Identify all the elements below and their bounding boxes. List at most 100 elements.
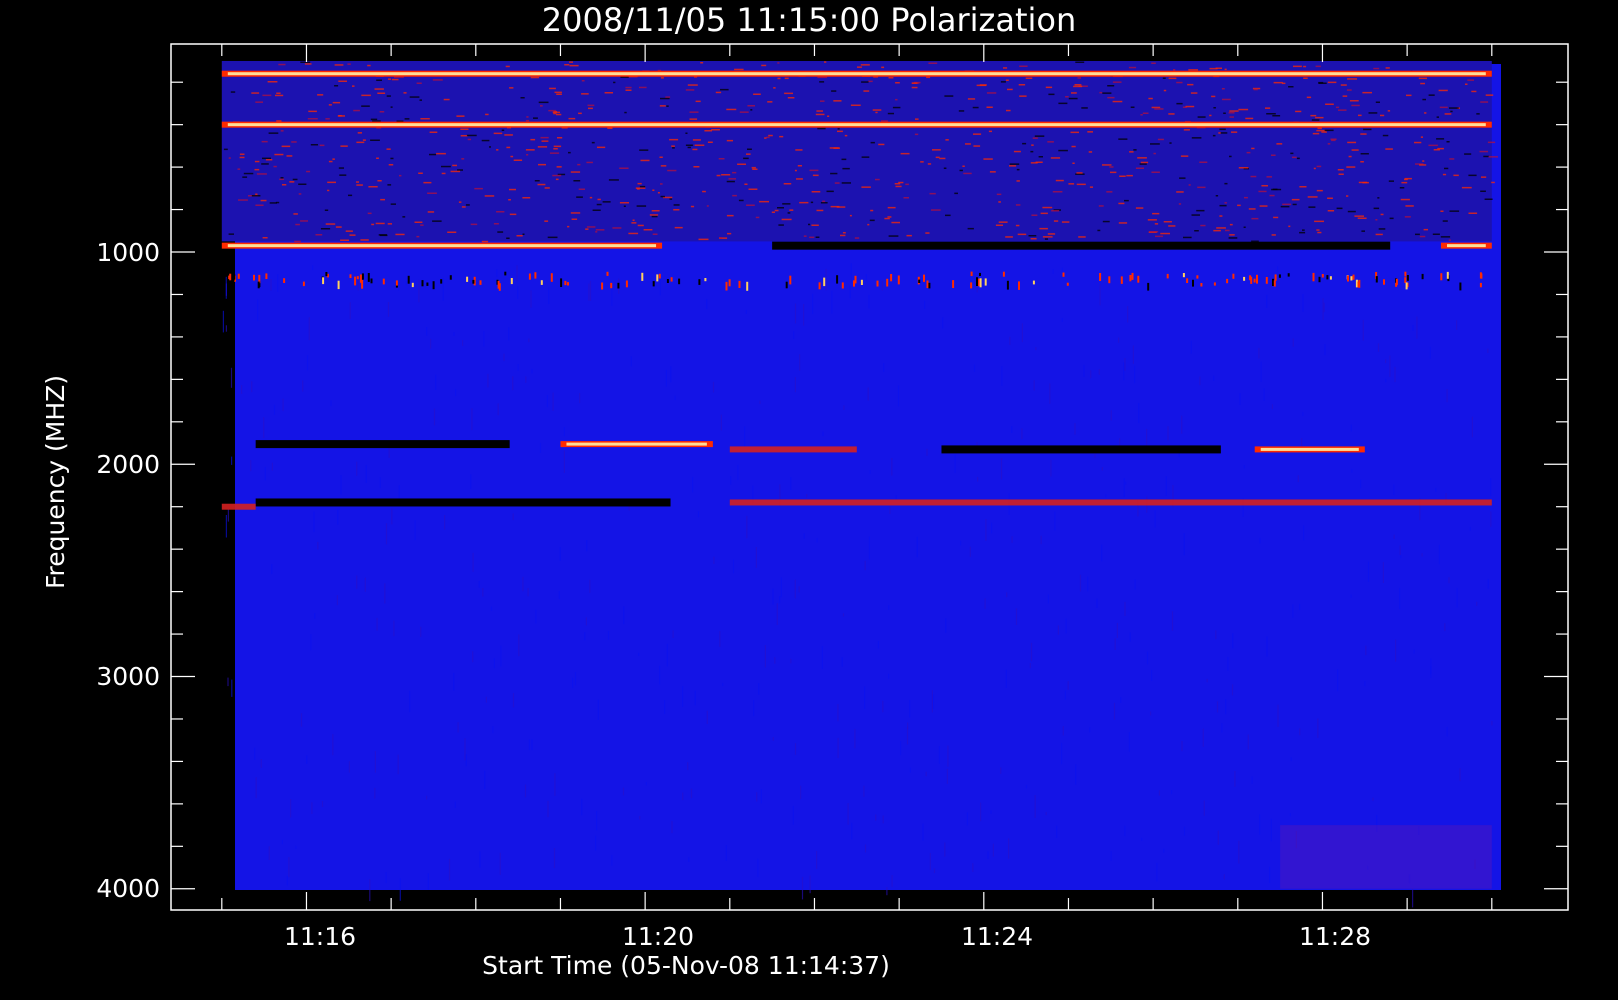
noise-speck xyxy=(360,239,369,241)
grain-speck xyxy=(841,657,843,667)
noise-speck xyxy=(1338,109,1347,111)
noise-speck xyxy=(544,187,550,189)
noise-speck xyxy=(377,92,386,94)
noise-speck xyxy=(1271,188,1282,191)
grain-speck xyxy=(1277,266,1279,275)
speckle xyxy=(1383,279,1385,285)
noise-speck xyxy=(525,119,530,122)
noise-speck xyxy=(764,137,767,139)
grain-speck xyxy=(512,513,514,521)
noise-speck xyxy=(726,180,735,183)
noise-speck xyxy=(755,216,760,219)
noise-speck xyxy=(660,77,664,79)
noise-speck xyxy=(1330,138,1337,140)
speckle xyxy=(370,278,373,284)
grain-speck xyxy=(1146,651,1149,665)
noise-speck xyxy=(929,192,936,195)
noise-speck xyxy=(367,64,371,67)
speckle xyxy=(426,282,429,286)
grain-speck xyxy=(225,325,227,332)
noise-speck xyxy=(1419,235,1426,238)
noise-speck xyxy=(1238,167,1249,169)
grain-speck xyxy=(881,280,883,291)
noise-speck xyxy=(1253,88,1258,91)
noise-speck xyxy=(820,100,825,102)
speckle xyxy=(1326,275,1329,280)
noise-speck xyxy=(967,227,974,230)
noise-speck xyxy=(1327,210,1335,212)
noise-speck xyxy=(625,89,632,91)
noise-speck xyxy=(1071,92,1077,94)
noise-speck xyxy=(1484,198,1493,200)
noise-speck xyxy=(666,105,669,107)
grain-speck xyxy=(1005,669,1007,688)
noise-speck xyxy=(1387,110,1391,112)
noise-speck xyxy=(1415,233,1420,236)
grain-speck xyxy=(690,788,693,799)
plot-area xyxy=(221,60,1501,908)
noise-speck xyxy=(1176,102,1183,105)
noise-speck xyxy=(474,187,483,190)
noise-speck xyxy=(327,181,336,184)
grain-speck xyxy=(888,605,890,610)
noise-speck xyxy=(1428,94,1435,96)
speckle xyxy=(337,280,340,290)
noise-speck xyxy=(783,183,792,185)
noise-speck xyxy=(556,166,562,168)
grain-speck xyxy=(1303,525,1305,541)
speckle xyxy=(725,281,728,291)
grain-speck xyxy=(780,577,782,598)
noise-speck xyxy=(833,147,840,149)
noise-speck xyxy=(461,158,465,160)
noise-speck xyxy=(332,158,335,160)
grain-speck xyxy=(379,477,381,489)
noise-speck xyxy=(525,149,535,151)
noise-speck xyxy=(815,113,825,116)
noise-speck xyxy=(1480,190,1486,192)
noise-speck xyxy=(976,84,987,87)
noise-speck xyxy=(386,95,391,97)
speckle xyxy=(897,275,900,285)
noise-speck xyxy=(830,172,838,175)
noise-speck xyxy=(1479,150,1488,153)
grain-speck xyxy=(758,683,760,695)
noise-speck xyxy=(589,196,593,199)
grain-speck xyxy=(332,734,334,756)
speckle xyxy=(976,277,978,286)
speckle xyxy=(472,279,475,284)
noise-speck xyxy=(669,138,679,141)
noise-speck xyxy=(1197,116,1206,118)
x-tick-label: 11:28 xyxy=(1299,922,1371,951)
noise-speck xyxy=(1148,231,1159,233)
speckle xyxy=(652,281,655,287)
noise-speck xyxy=(1075,61,1085,63)
grain-speck xyxy=(966,812,968,826)
grain-speck xyxy=(306,755,308,764)
grain-speck xyxy=(776,603,778,625)
noise-speck xyxy=(1224,182,1228,185)
noise-speck xyxy=(1237,204,1241,207)
grain-speck xyxy=(897,385,900,407)
noise-speck xyxy=(1185,105,1195,108)
noise-speck xyxy=(1316,165,1322,168)
noise-speck xyxy=(1346,195,1349,197)
grain-speck xyxy=(1000,767,1002,774)
grain-speck xyxy=(1216,701,1219,713)
noise-speck xyxy=(1422,98,1426,101)
noise-speck xyxy=(1050,157,1061,159)
grain-speck xyxy=(512,693,515,708)
grain-speck xyxy=(1132,345,1134,364)
speckle xyxy=(1066,282,1069,286)
noise-speck xyxy=(298,183,307,185)
grain-speck xyxy=(1367,561,1370,582)
grain-speck xyxy=(755,547,757,568)
grain-speck xyxy=(882,815,884,824)
noise-speck xyxy=(465,204,470,206)
speckle xyxy=(325,272,328,277)
noise-speck xyxy=(429,131,438,133)
grain-speck xyxy=(932,694,935,709)
speckle xyxy=(356,276,359,280)
noise-speck xyxy=(1347,141,1357,144)
grain-speck xyxy=(1385,359,1387,364)
speckle xyxy=(970,282,973,289)
